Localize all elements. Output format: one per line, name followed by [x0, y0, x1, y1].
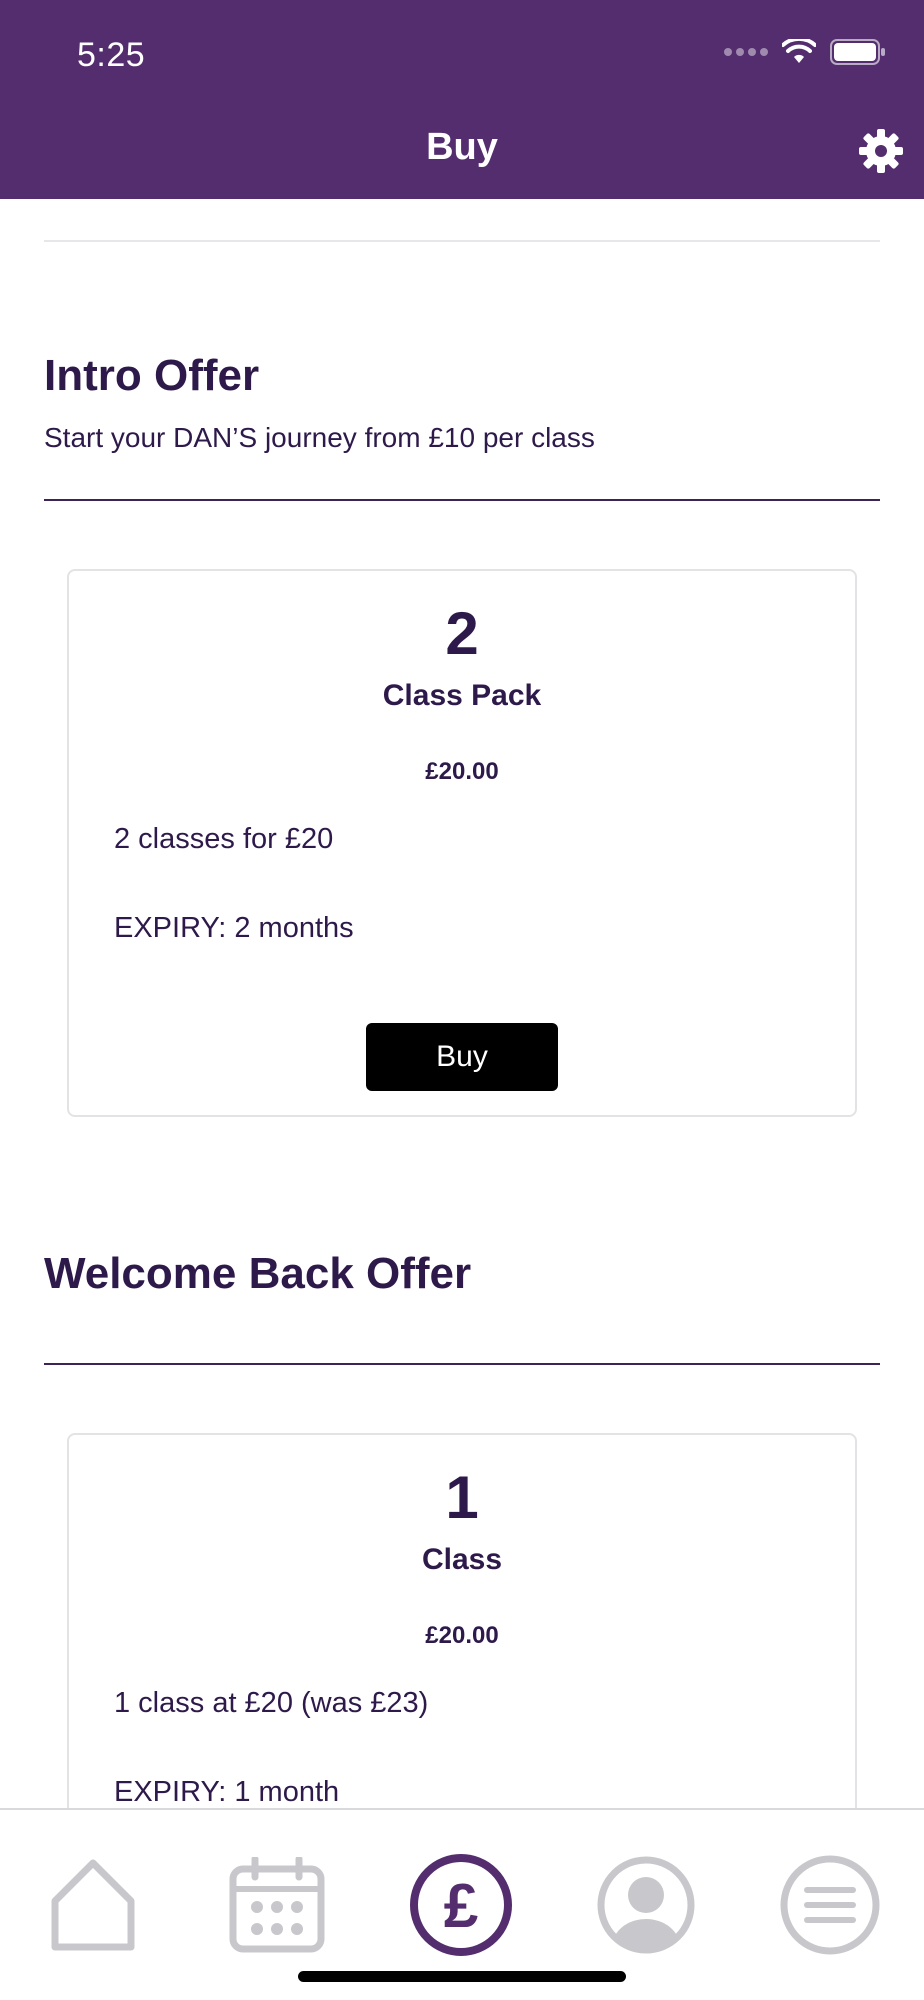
- section-title-welcome-back-offer: Welcome Back Offer: [44, 1249, 472, 1298]
- status-icons: [724, 38, 886, 66]
- buy-button[interactable]: Buy: [366, 1023, 558, 1091]
- wifi-icon: [782, 39, 816, 63]
- card-price: £20.00: [425, 758, 499, 785]
- calendar-icon: [229, 1857, 325, 1953]
- card-class-count: 1: [445, 1464, 479, 1531]
- divider: [44, 240, 880, 242]
- menu-icon: [780, 1855, 880, 1955]
- app-header: 5:25 Buy: [0, 0, 924, 199]
- card-price: £20.00: [425, 1622, 499, 1649]
- offers-list[interactable]: Intro Offer Start your DAN’S journey fro…: [0, 199, 924, 1808]
- offer-card-class-pack: 2 Class Pack £20.00 2 classes for £20 EX…: [67, 569, 857, 1117]
- card-expiry: EXPIRY: 2 months: [114, 912, 354, 944]
- section-divider: [44, 499, 880, 501]
- signal-icon: [724, 48, 768, 56]
- section-subtitle-intro-offer: Start your DAN’S journey from £10 per cl…: [44, 422, 595, 453]
- page-title: Buy: [426, 126, 498, 168]
- tab-profile[interactable]: [593, 1852, 699, 1958]
- svg-text:£: £: [444, 1872, 478, 1941]
- section-title-intro-offer: Intro Offer: [44, 351, 260, 400]
- status-time: 5:25: [77, 36, 146, 74]
- card-description: 2 classes for £20: [114, 823, 334, 855]
- tab-menu[interactable]: [777, 1852, 883, 1958]
- home-indicator[interactable]: [298, 1971, 626, 1982]
- card-expiry: EXPIRY: 1 month: [114, 1776, 340, 1808]
- tab-buy[interactable]: £: [408, 1852, 514, 1958]
- profile-icon: [597, 1856, 695, 1954]
- card-title: Class: [421, 1543, 503, 1576]
- card-description: 1 class at £20 (was £23): [114, 1687, 429, 1719]
- tab-home[interactable]: [40, 1852, 146, 1958]
- offer-card-single-class: 1 Class £20.00 1 class at £20 (was £23) …: [67, 1433, 857, 1808]
- card-title: Class Pack: [382, 679, 542, 712]
- pound-icon: £: [410, 1854, 512, 1956]
- section-divider: [44, 1363, 880, 1365]
- card-class-count: 2: [445, 600, 479, 667]
- battery-icon: [830, 39, 885, 65]
- settings-gear-icon[interactable]: [856, 126, 906, 176]
- tab-schedule[interactable]: [224, 1852, 330, 1958]
- home-icon: [51, 1859, 135, 1951]
